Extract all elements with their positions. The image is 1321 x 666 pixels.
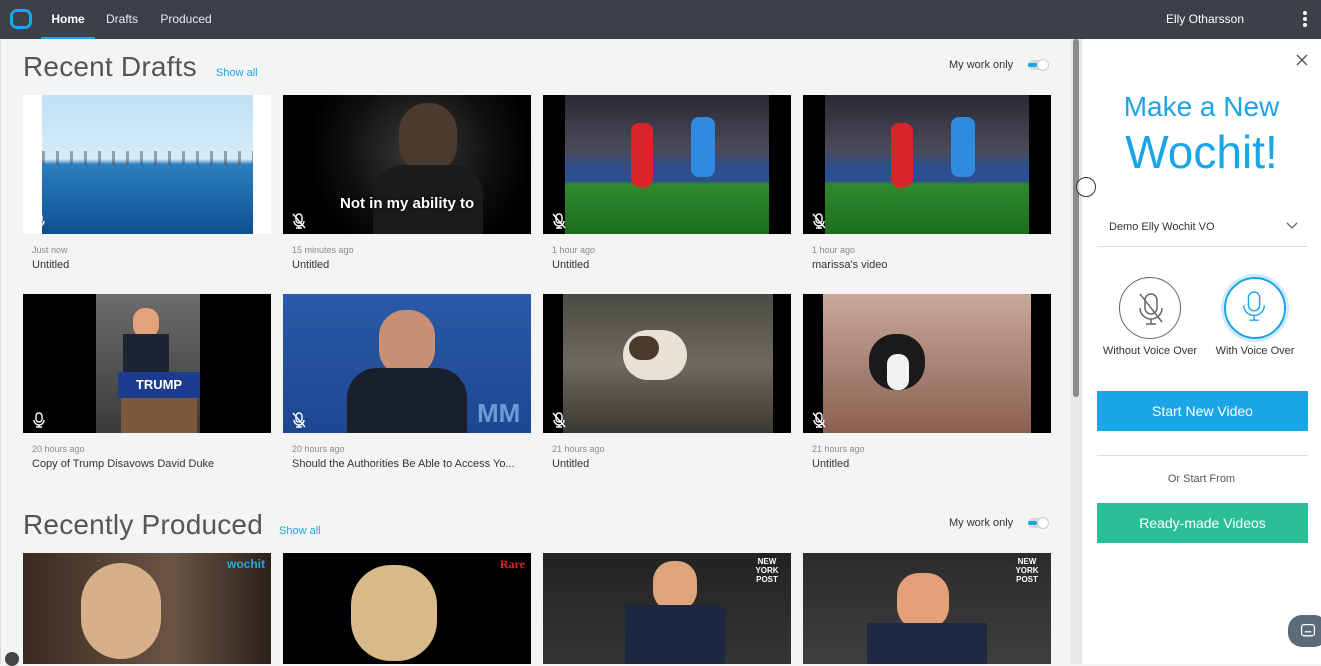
draft-title: Untitled (292, 259, 330, 271)
draft-time: Just now (32, 245, 68, 255)
more-options-icon[interactable] (1302, 11, 1308, 29)
draft-card[interactable]: 21 hours ago Untitled (543, 294, 791, 470)
produced-card[interactable]: wochit (23, 553, 271, 664)
chevron-down-icon (1286, 222, 1298, 229)
draft-time: 15 minutes ago (292, 245, 354, 255)
start-new-video-button[interactable]: Start New Video (1097, 391, 1308, 431)
podium-sign: TRUMP (118, 372, 200, 398)
without-voice-over-label: Without Voice Over (1102, 345, 1198, 357)
microphone-icon (33, 213, 45, 229)
chat-icon (1300, 623, 1316, 637)
brand-watermark: wochit (227, 557, 265, 571)
microphone-icon (33, 412, 45, 428)
draft-time: 20 hours ago (292, 444, 345, 454)
my-work-only-label: My work only (949, 59, 1014, 71)
draft-time: 1 hour ago (552, 245, 596, 255)
draft-card[interactable]: 1 hour ago marissa's video (803, 95, 1051, 271)
voice-select-value: Demo Elly Wochit VO (1109, 221, 1215, 233)
microphone-muted-icon (292, 213, 306, 229)
chat-support-button[interactable] (1288, 615, 1321, 647)
my-work-only-toggle[interactable] (1028, 59, 1049, 71)
mouse-cursor-icon (1076, 177, 1096, 197)
draft-card[interactable]: TRUMP 20 hours ago Copy of Trump Disavow… (23, 294, 271, 470)
wochit-logo-icon[interactable] (10, 9, 32, 29)
my-work-only-toggle[interactable] (1028, 517, 1049, 529)
produced-card[interactable]: Rare (283, 553, 531, 664)
ready-made-videos-button[interactable]: Ready-made Videos (1097, 503, 1308, 543)
close-icon[interactable] (1295, 53, 1309, 67)
voice-select-dropdown[interactable]: Demo Elly Wochit VO (1097, 209, 1308, 247)
draft-time: 1 hour ago (812, 245, 856, 255)
draft-title: Should the Authorities Be Able to Access… (292, 458, 515, 470)
recently-produced-show-all-link[interactable]: Show all (279, 525, 321, 537)
draft-title: Untitled (812, 458, 850, 470)
video-caption-text: Not in my ability to (340, 195, 475, 212)
main-scrollbar[interactable] (1070, 39, 1082, 664)
microphone-icon (1243, 291, 1266, 321)
brand-watermark: Rare (499, 557, 525, 571)
recent-drafts-title: Recent Drafts (23, 51, 197, 82)
draft-card[interactable]: 1 hour ago Untitled (543, 95, 791, 271)
microphone-muted-icon (552, 213, 566, 229)
draft-title: marissa's video (812, 259, 888, 271)
panel-title-line1: Make a New (1123, 91, 1280, 122)
main-content: Recent Drafts Show all My work only Just… (0, 39, 1070, 664)
recent-drafts-show-all-link[interactable]: Show all (216, 67, 258, 79)
tab-home[interactable]: Home (41, 0, 95, 39)
draft-card[interactable]: Not in my ability to 15 minutes ago Unti… (283, 95, 531, 271)
draft-time: 21 hours ago (552, 444, 605, 454)
my-work-only-label: My work only (949, 517, 1014, 529)
draft-card[interactable]: MM 20 hours ago Should the Authorities B… (283, 294, 531, 470)
produced-card[interactable]: NEW YORK POST (803, 553, 1051, 664)
microphone-muted-icon (812, 412, 826, 428)
tab-produced[interactable]: Produced (156, 0, 216, 39)
with-voice-over-label: With Voice Over (1215, 345, 1295, 357)
or-start-from-label: Or Start From (1167, 473, 1236, 485)
microphone-muted-icon (292, 412, 306, 428)
microphone-muted-icon (1139, 293, 1163, 325)
draft-card[interactable]: Just now Untitled (23, 95, 271, 271)
produced-card[interactable]: NEW YORK POST (543, 553, 791, 664)
draft-title: Untitled (552, 458, 590, 470)
draft-time: 21 hours ago (812, 444, 865, 454)
new-video-panel: Make a New Wochit! Demo Elly Wochit VO W… (1082, 39, 1321, 664)
with-voice-over-button[interactable] (1224, 277, 1286, 339)
microphone-muted-icon (552, 412, 566, 428)
draft-title: Untitled (552, 259, 590, 271)
user-name-menu[interactable]: Elly Otharsson (1166, 0, 1244, 38)
scrollbar-thumb[interactable] (1073, 39, 1079, 397)
draft-title: Untitled (32, 259, 70, 271)
draft-card[interactable]: 21 hours ago Untitled (803, 294, 1051, 470)
panel-divider (1097, 455, 1308, 456)
top-navigation-bar: Home Drafts Produced Elly Otharsson (0, 0, 1321, 39)
brand-watermark: NEW YORK POST (755, 557, 779, 584)
panel-title-line2: Wochit! (1125, 126, 1278, 178)
recently-produced-title: Recently Produced (23, 509, 263, 540)
draft-time: 20 hours ago (32, 444, 85, 454)
draft-title: Copy of Trump Disavows David Duke (32, 458, 215, 470)
microphone-muted-icon (812, 213, 826, 229)
without-voice-over-button[interactable] (1119, 277, 1181, 339)
tab-drafts[interactable]: Drafts (100, 0, 144, 39)
brand-watermark: NEW YORK POST (1015, 557, 1039, 584)
